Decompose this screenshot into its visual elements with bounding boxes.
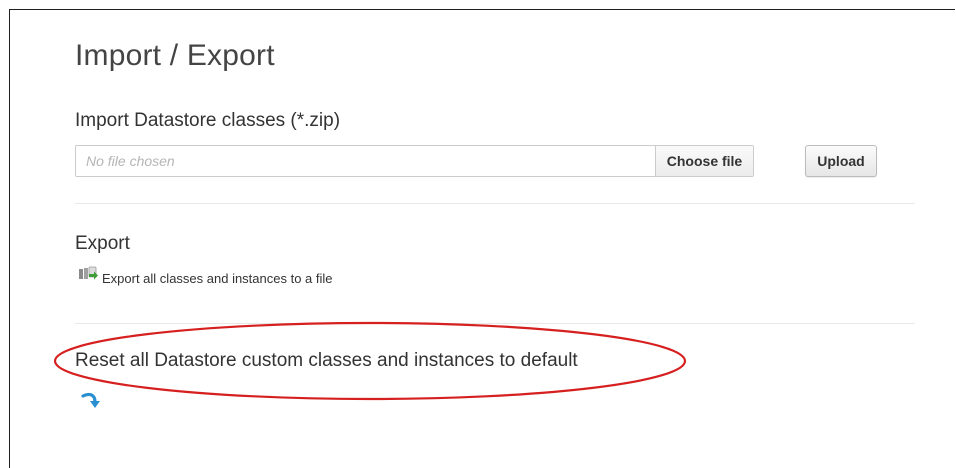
reset-arrow-icon[interactable] (80, 390, 102, 412)
page-title: Import / Export (75, 39, 275, 72)
export-all-link-label: Export all classes and instances to a fi… (102, 271, 333, 286)
export-section-heading: Export (75, 233, 130, 254)
export-all-link[interactable]: Export all classes and instances to a fi… (78, 266, 333, 287)
upload-button[interactable]: Upload (805, 145, 877, 177)
section-divider (75, 323, 915, 324)
file-chooser[interactable]: No file chosen Choose file (75, 145, 754, 177)
content-frame (9, 9, 955, 468)
export-classes-icon (79, 266, 98, 280)
import-section-heading: Import Datastore classes (*.zip) (75, 110, 341, 131)
reset-section-heading: Reset all Datastore custom classes and i… (75, 350, 578, 371)
file-chooser-placeholder: No file chosen (86, 153, 175, 169)
choose-file-button[interactable]: Choose file (655, 146, 753, 176)
section-divider (75, 203, 915, 204)
